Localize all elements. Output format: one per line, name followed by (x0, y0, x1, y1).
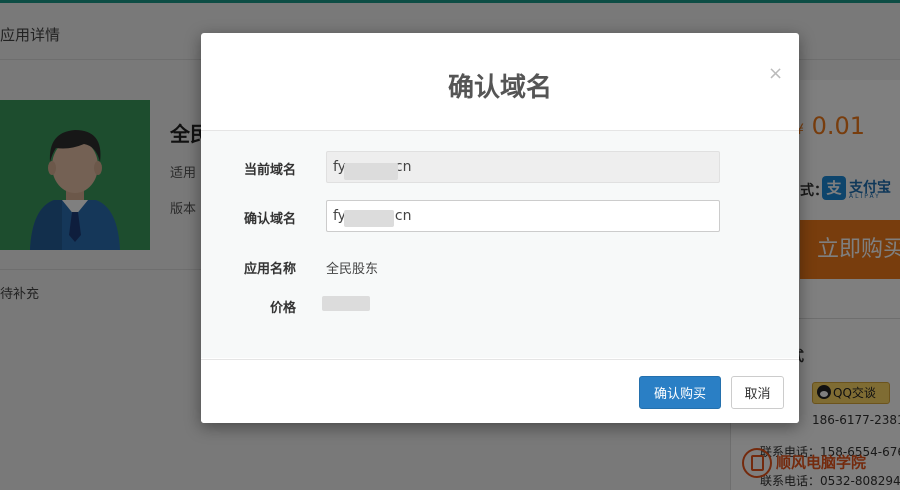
confirm-purchase-button[interactable]: 确认购买 (639, 376, 721, 409)
app-name-label: 应用名称 (243, 262, 296, 277)
close-icon[interactable]: × (768, 63, 783, 84)
redacted-blur (344, 210, 394, 227)
dialog-body: 当前域名 确认域名 应用名称 全民股东 价格 (201, 131, 799, 358)
confirm-domain-dialog: 确认域名 × 当前域名 确认域名 应用名称 全民股东 价格 确认购买 取消 (201, 33, 799, 423)
confirm-domain-label: 确认域名 (243, 212, 296, 227)
redacted-price-blur (322, 296, 370, 311)
app-name-value: 全民股东 (326, 262, 379, 277)
cancel-button[interactable]: 取消 (731, 376, 784, 409)
current-domain-label: 当前域名 (243, 163, 296, 178)
redacted-blur (344, 163, 398, 180)
price-label: 价格 (269, 301, 296, 316)
dialog-header: 确认域名 × (201, 33, 799, 131)
dialog-footer: 确认购买 取消 (201, 359, 799, 423)
dialog-title: 确认域名 (447, 73, 552, 103)
